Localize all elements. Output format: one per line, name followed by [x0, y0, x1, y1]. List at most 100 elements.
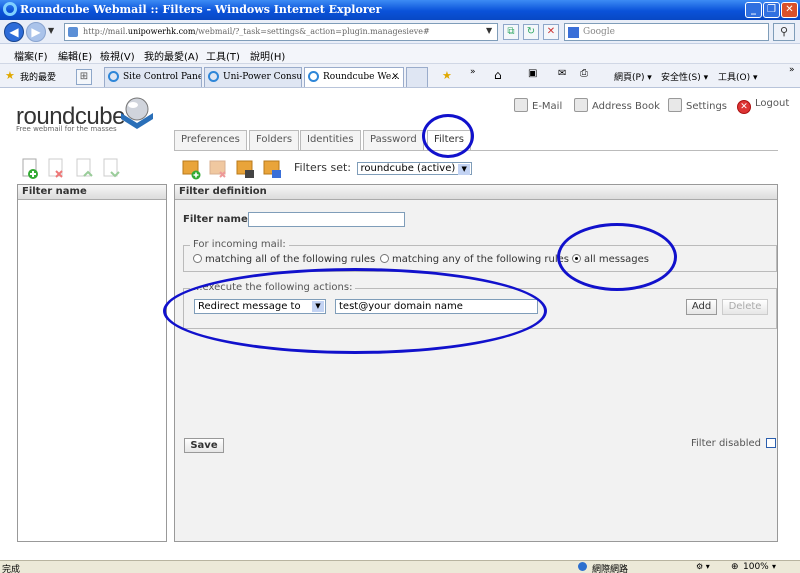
radio-icon: [380, 254, 389, 263]
filterset-value: roundcube (active): [360, 163, 456, 174]
search-placeholder: Google: [583, 27, 615, 37]
feeds-icon[interactable]: ▣: [528, 68, 537, 79]
history-dropdown-icon[interactable]: ▼: [48, 26, 54, 35]
menu-tools[interactable]: 工具(T): [206, 48, 240, 63]
add-action-button[interactable]: Add: [686, 299, 717, 315]
filter-disabled-checkbox[interactable]: [766, 438, 776, 448]
delete-filterset-icon[interactable]: [209, 158, 229, 180]
addressbook-icon: [574, 98, 588, 112]
tab-close-icon[interactable]: ✕: [391, 68, 399, 86]
tab-unipower[interactable]: Uni-Power Consult...: [204, 67, 302, 87]
filterset-label: Filters set:: [294, 161, 351, 174]
tab-label: Uni-Power Consult...: [223, 72, 302, 82]
stop-icon[interactable]: ✕: [543, 24, 559, 40]
favorites-label[interactable]: 我的最愛: [20, 70, 56, 83]
refresh-icon[interactable]: ↻: [523, 24, 539, 40]
compat-view-icon[interactable]: ⧉: [503, 24, 519, 40]
protected-mode-icon[interactable]: ⚙ ▾: [696, 562, 710, 571]
quick-tabs-icon[interactable]: ⊞: [76, 69, 92, 85]
tab-site-control[interactable]: Site Control Panel: [104, 67, 202, 87]
address-toolbar: ◀ ▶ ▼ http://mail.unipowerhk.com/webmail…: [0, 20, 800, 44]
delete-filter-icon[interactable]: [47, 158, 67, 180]
new-tab-button[interactable]: [406, 67, 428, 87]
roundcube-logo-icon: [121, 97, 153, 129]
tab-password[interactable]: Password: [363, 130, 424, 150]
page-menu[interactable]: 網頁(P) ▾: [614, 70, 652, 83]
activate-filterset-icon[interactable]: [236, 158, 256, 180]
save-button[interactable]: Save: [184, 438, 224, 453]
delete-action-button[interactable]: Delete: [722, 299, 768, 315]
roundcube-tab-icon: [308, 71, 319, 82]
forward-icon[interactable]: ▶: [26, 22, 46, 42]
search-input[interactable]: Google: [564, 23, 769, 41]
more-icon[interactable]: »: [470, 67, 476, 77]
tab-preferences[interactable]: Preferences: [174, 130, 247, 150]
radio-any-rules-label: matching any of the following rules: [392, 254, 569, 265]
move-up-filter-icon[interactable]: [75, 158, 95, 180]
status-text: 完成: [2, 565, 21, 573]
radio-any-rules[interactable]: matching any of the following rules: [380, 254, 569, 265]
ie-tab-icon: [108, 71, 119, 82]
search-icon[interactable]: ⚲: [773, 23, 795, 41]
add-filter-icon[interactable]: [21, 158, 41, 180]
annotation-circle-actions: [163, 268, 547, 354]
more-icon[interactable]: »: [789, 65, 795, 75]
settings-icon: [668, 98, 682, 112]
incoming-mail-legend: For incoming mail:: [190, 239, 289, 250]
favorites-star-icon[interactable]: ★: [5, 69, 15, 82]
logo-tagline: Free webmail for the masses: [16, 125, 117, 133]
back-icon[interactable]: ◀: [4, 22, 24, 42]
menu-view[interactable]: 檢視(V): [100, 48, 135, 63]
nav-settings-label: Settings: [686, 101, 728, 112]
filter-name-input[interactable]: [248, 212, 405, 227]
address-input[interactable]: http://mail.unipowerhk.com/webmail/?_tas…: [64, 23, 498, 41]
zoom-level[interactable]: 100%: [743, 562, 769, 572]
nav-addressbook[interactable]: Address Book: [574, 98, 660, 112]
menu-edit[interactable]: 編輯(E): [58, 48, 92, 63]
filter-name-label: Filter name:: [183, 214, 252, 225]
filterset-select[interactable]: roundcube (active) ▼: [356, 162, 473, 175]
filter-list-panel: Filter name: [17, 184, 167, 542]
incoming-mail-fieldset: For incoming mail: matching all of the f…: [183, 239, 777, 272]
annotation-circle-all-messages: [557, 223, 677, 291]
nav-addressbook-label: Address Book: [592, 101, 660, 112]
email-icon: [514, 98, 528, 112]
minimize-button[interactable]: _: [745, 2, 762, 18]
logout-icon: ✕: [737, 100, 751, 114]
zoom-dropdown-icon[interactable]: ▾: [772, 562, 776, 571]
menu-file[interactable]: 檔案(F): [14, 48, 48, 63]
zoom-icon[interactable]: ⊕: [731, 562, 739, 572]
nav-email[interactable]: E-Mail: [514, 98, 562, 112]
tools-menu[interactable]: 工具(O) ▾: [718, 70, 758, 83]
tab-divider: [174, 150, 778, 151]
address-dropdown-icon[interactable]: ▼: [486, 26, 492, 35]
add-filterset-icon[interactable]: [182, 158, 202, 180]
annotation-circle-filters: [422, 114, 474, 158]
export-filterset-icon[interactable]: [263, 158, 283, 180]
tab-identities[interactable]: Identities: [300, 130, 361, 150]
print-icon[interactable]: ⎙: [580, 68, 588, 79]
menu-favorites[interactable]: 我的最愛(A): [144, 48, 199, 63]
add-favorite-icon[interactable]: ★: [442, 69, 452, 82]
url-rest: /webmail/?_task=settings&_action=plugin.…: [195, 27, 430, 36]
maximize-button[interactable]: ❐: [763, 2, 780, 18]
window-titlebar: Roundcube Webmail :: Filters - Windows I…: [0, 0, 800, 20]
radio-all-rules[interactable]: matching all of the following rules: [193, 254, 375, 265]
nav-logout[interactable]: ✕ Logout: [737, 98, 789, 114]
menu-help[interactable]: 說明(H): [250, 48, 285, 63]
filter-definition-header: Filter definition: [175, 185, 777, 200]
mail-icon[interactable]: ✉: [558, 68, 566, 79]
menubar: 檔案(F) 編輯(E) 檢視(V) 我的最愛(A) 工具(T) 說明(H): [0, 44, 800, 64]
close-button[interactable]: ✕: [781, 2, 798, 18]
tab-bar: ★ 我的最愛 ⊞ Site Control Panel Uni-Power Co…: [0, 64, 800, 88]
nav-settings[interactable]: Settings: [668, 98, 727, 112]
filter-definition-panel: Filter definition Filter name: For incom…: [174, 184, 778, 542]
tab-folders[interactable]: Folders: [249, 130, 300, 150]
safety-menu[interactable]: 安全性(S) ▾: [661, 70, 708, 83]
nav-logout-label: Logout: [755, 98, 790, 109]
tab-roundcube[interactable]: Roundcube We... ✕: [304, 67, 404, 87]
google-icon: [568, 27, 579, 38]
home-icon[interactable]: ⌂: [494, 68, 502, 82]
radio-icon: [193, 254, 202, 263]
move-down-filter-icon[interactable]: [102, 158, 122, 180]
